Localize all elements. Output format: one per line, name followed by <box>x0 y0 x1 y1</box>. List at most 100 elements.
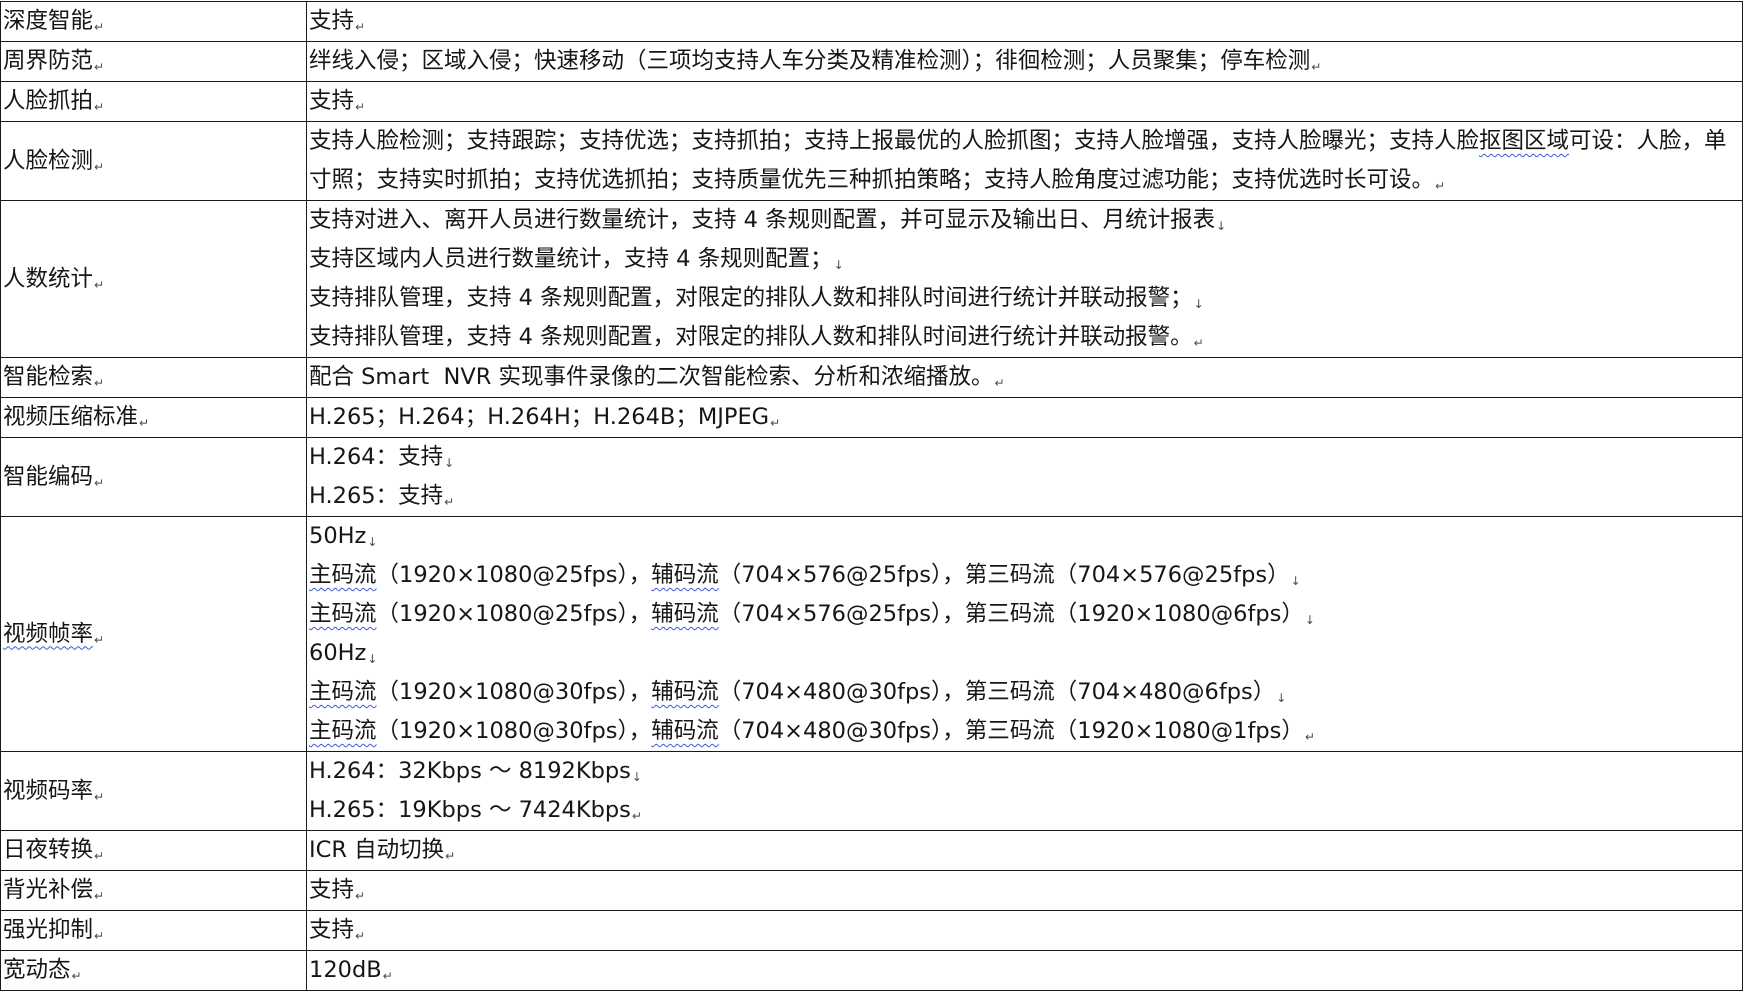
value-line: 主码流（1920×1080@30fps），辅码流（704×480@30fps），… <box>309 673 1742 712</box>
table-row: 强光抑制 支持 <box>0 910 1743 951</box>
value-line: 支持 <box>309 872 1742 910</box>
row-value-cell: 支持 <box>306 910 1743 951</box>
value-segment: （1920×1080@25fps）， <box>376 562 652 588</box>
value-line: 主码流（1920×1080@25fps），辅码流（704×576@25fps），… <box>309 556 1742 595</box>
row-label: 周界防范 <box>3 48 104 74</box>
table-row: 背光补偿 支持 <box>0 870 1743 911</box>
value-line: 支持 <box>309 3 1742 41</box>
row-label: 背光补偿 <box>3 877 104 903</box>
spellcheck-underlined-text: 辅码流 <box>651 718 719 744</box>
value-segment: （704×576@25fps），第三码流（704×576@25fps） <box>718 562 1290 588</box>
row-label-cell: 视频帧率 <box>0 516 307 752</box>
row-value-cell: 支持对进入、离开人员进行数量统计，支持 4 条规则配置，并可显示及输出日、月统计… <box>306 200 1743 358</box>
value-line: H.265：支持 <box>309 477 1742 516</box>
table-row: 视频码率 H.264：32Kbps ～ 8192KbpsH.265：19Kbps… <box>0 751 1743 831</box>
value-line: 支持排队管理，支持 4 条规则配置，对限定的排队人数和排队时间进行统计并联动报警… <box>309 318 1742 357</box>
value-segment: （1920×1080@30fps）， <box>376 679 652 705</box>
value-paragraph: 支持人脸检测；支持跟踪；支持优选；支持抓拍；支持上报最优的人脸抓图；支持人脸增强… <box>309 123 1742 200</box>
document-page: 深度智能 支持 周界防范 绊线入侵；区域入侵；快速移动（三项均支持人车分类及精准… <box>0 1 1743 991</box>
spellcheck-underlined-text: 主码流 <box>309 718 377 744</box>
row-value-cell: 支持 <box>306 1 1743 42</box>
row-label-cell: 人脸检测 <box>0 121 307 201</box>
table-row: 深度智能 支持 <box>0 1 1743 42</box>
row-value-cell: H.264：32Kbps ～ 8192KbpsH.265：19Kbps ～ 74… <box>306 751 1743 831</box>
value-line: 支持对进入、离开人员进行数量统计，支持 4 条规则配置，并可显示及输出日、月统计… <box>309 202 1742 241</box>
row-label-cell: 智能编码 <box>0 437 307 517</box>
value-line: 120dB <box>309 952 1742 990</box>
spellcheck-underlined-text: 主码流 <box>309 679 377 705</box>
row-label-cell: 视频码率 <box>0 751 307 831</box>
row-label-cell: 视频压缩标准 <box>0 397 307 438</box>
table-row: 智能编码 H.264：支持H.265：支持 <box>0 437 1743 517</box>
table-row: 周界防范 绊线入侵；区域入侵；快速移动（三项均支持人车分类及精准检测）；徘徊检测… <box>0 41 1743 82</box>
spellcheck-underlined-text: 辅码流 <box>651 601 719 627</box>
value-line: 50Hz <box>309 518 1742 557</box>
spellcheck-underlined-text: 主码流 <box>309 562 377 588</box>
row-label: 智能编码 <box>3 464 104 490</box>
spec-table: 深度智能 支持 周界防范 绊线入侵；区域入侵；快速移动（三项均支持人车分类及精准… <box>0 1 1743 991</box>
value-line: 绊线入侵；区域入侵；快速移动（三项均支持人车分类及精准检测）；徘徊检测；人员聚集… <box>309 43 1742 81</box>
table-row: 智能检索 配合 Smart NVR 实现事件录像的二次智能检索、分析和浓缩播放。 <box>0 357 1743 398</box>
value-line: 主码流（1920×1080@30fps），辅码流（704×480@30fps），… <box>309 712 1742 751</box>
row-label: 智能检索 <box>3 364 104 390</box>
value-line: H.264：32Kbps ～ 8192Kbps <box>309 753 1742 792</box>
row-label-cell: 周界防范 <box>0 41 307 82</box>
row-label: 宽动态 <box>3 957 82 983</box>
row-value-cell: 配合 Smart NVR 实现事件录像的二次智能检索、分析和浓缩播放。 <box>306 357 1743 398</box>
table-row: 人脸抓拍 支持 <box>0 81 1743 122</box>
row-label: 视频压缩标准 <box>3 404 149 430</box>
table-row: 人数统计 支持对进入、离开人员进行数量统计，支持 4 条规则配置，并可显示及输出… <box>0 200 1743 358</box>
row-label-cell: 强光抑制 <box>0 910 307 951</box>
value-segment: （704×576@25fps），第三码流（1920×1080@6fps） <box>718 601 1304 627</box>
table-row: 日夜转换 ICR 自动切换 <box>0 830 1743 871</box>
row-label: 人脸检测 <box>3 148 104 174</box>
row-value-cell: 支持 <box>306 81 1743 122</box>
spellcheck-underlined-text: 辅码流 <box>651 679 719 705</box>
row-label-cell: 人数统计 <box>0 200 307 358</box>
value-line: 主码流（1920×1080@25fps），辅码流（704×576@25fps），… <box>309 595 1742 634</box>
row-value-cell: 50Hz主码流（1920×1080@25fps），辅码流（704×576@25f… <box>306 516 1743 752</box>
row-label: 深度智能 <box>3 8 104 34</box>
row-label-cell: 宽动态 <box>0 950 307 991</box>
row-value-cell: 支持人脸检测；支持跟踪；支持优选；支持抓拍；支持上报最优的人脸抓图；支持人脸增强… <box>306 121 1743 201</box>
spellcheck-underlined-text: 抠图区域 <box>1479 128 1570 154</box>
row-value-cell: ICR 自动切换 <box>306 830 1743 871</box>
value-segment: （704×480@30fps），第三码流（704×480@6fps） <box>718 679 1276 705</box>
value-line: 配合 Smart NVR 实现事件录像的二次智能检索、分析和浓缩播放。 <box>309 359 1742 397</box>
value-line: 60Hz <box>309 634 1742 673</box>
row-value-cell: 120dB <box>306 950 1743 991</box>
row-value-cell: H.265；H.264；H.264H；H.264B；MJPEG <box>306 397 1743 438</box>
row-label-cell: 深度智能 <box>0 1 307 42</box>
row-label-cell: 人脸抓拍 <box>0 81 307 122</box>
row-label-cell: 智能检索 <box>0 357 307 398</box>
value-line: H.264：支持 <box>309 439 1742 478</box>
value-line: 支持 <box>309 83 1742 121</box>
row-label-cell: 日夜转换 <box>0 830 307 871</box>
value-line: 支持排队管理，支持 4 条规则配置，对限定的排队人数和排队时间进行统计并联动报警… <box>309 279 1742 318</box>
value-segment: 支持人脸检测；支持跟踪；支持优选；支持抓拍；支持上报最优的人脸抓图；支持人脸增强… <box>309 128 1480 154</box>
table-row: 宽动态 120dB <box>0 950 1743 991</box>
table-row: 视频压缩标准 H.265；H.264；H.264H；H.264B；MJPEG <box>0 397 1743 438</box>
table-row: 视频帧率 50Hz主码流（1920×1080@25fps），辅码流（704×57… <box>0 516 1743 752</box>
value-line: ICR 自动切换 <box>309 832 1742 870</box>
table-row: 人脸检测 支持人脸检测；支持跟踪；支持优选；支持抓拍；支持上报最优的人脸抓图；支… <box>0 121 1743 201</box>
row-label: 人数统计 <box>3 266 104 292</box>
row-label: 视频码率 <box>3 778 104 804</box>
value-line: H.265：19Kbps ～ 7424Kbps <box>309 791 1742 830</box>
row-value-cell: 绊线入侵；区域入侵；快速移动（三项均支持人车分类及精准检测）；徘徊检测；人员聚集… <box>306 41 1743 82</box>
row-label: 强光抑制 <box>3 917 104 943</box>
value-line: H.265；H.264；H.264H；H.264B；MJPEG <box>309 399 1742 437</box>
value-segment: （1920×1080@25fps）， <box>376 601 652 627</box>
row-label: 日夜转换 <box>3 837 104 863</box>
value-segment: （704×480@30fps），第三码流（1920×1080@1fps） <box>718 718 1304 744</box>
value-line: 支持区域内人员进行数量统计，支持 4 条规则配置； <box>309 240 1742 279</box>
spellcheck-underlined-text: 辅码流 <box>651 562 719 588</box>
row-value-cell: H.264：支持H.265：支持 <box>306 437 1743 517</box>
value-line: 支持 <box>309 912 1742 950</box>
row-label: 人脸抓拍 <box>3 88 104 114</box>
row-label-cell: 背光补偿 <box>0 870 307 911</box>
spellcheck-underlined-text: 主码流 <box>309 601 377 627</box>
value-segment: （1920×1080@30fps）， <box>376 718 652 744</box>
row-label: 视频帧率 <box>3 621 104 647</box>
row-value-cell: 支持 <box>306 870 1743 911</box>
